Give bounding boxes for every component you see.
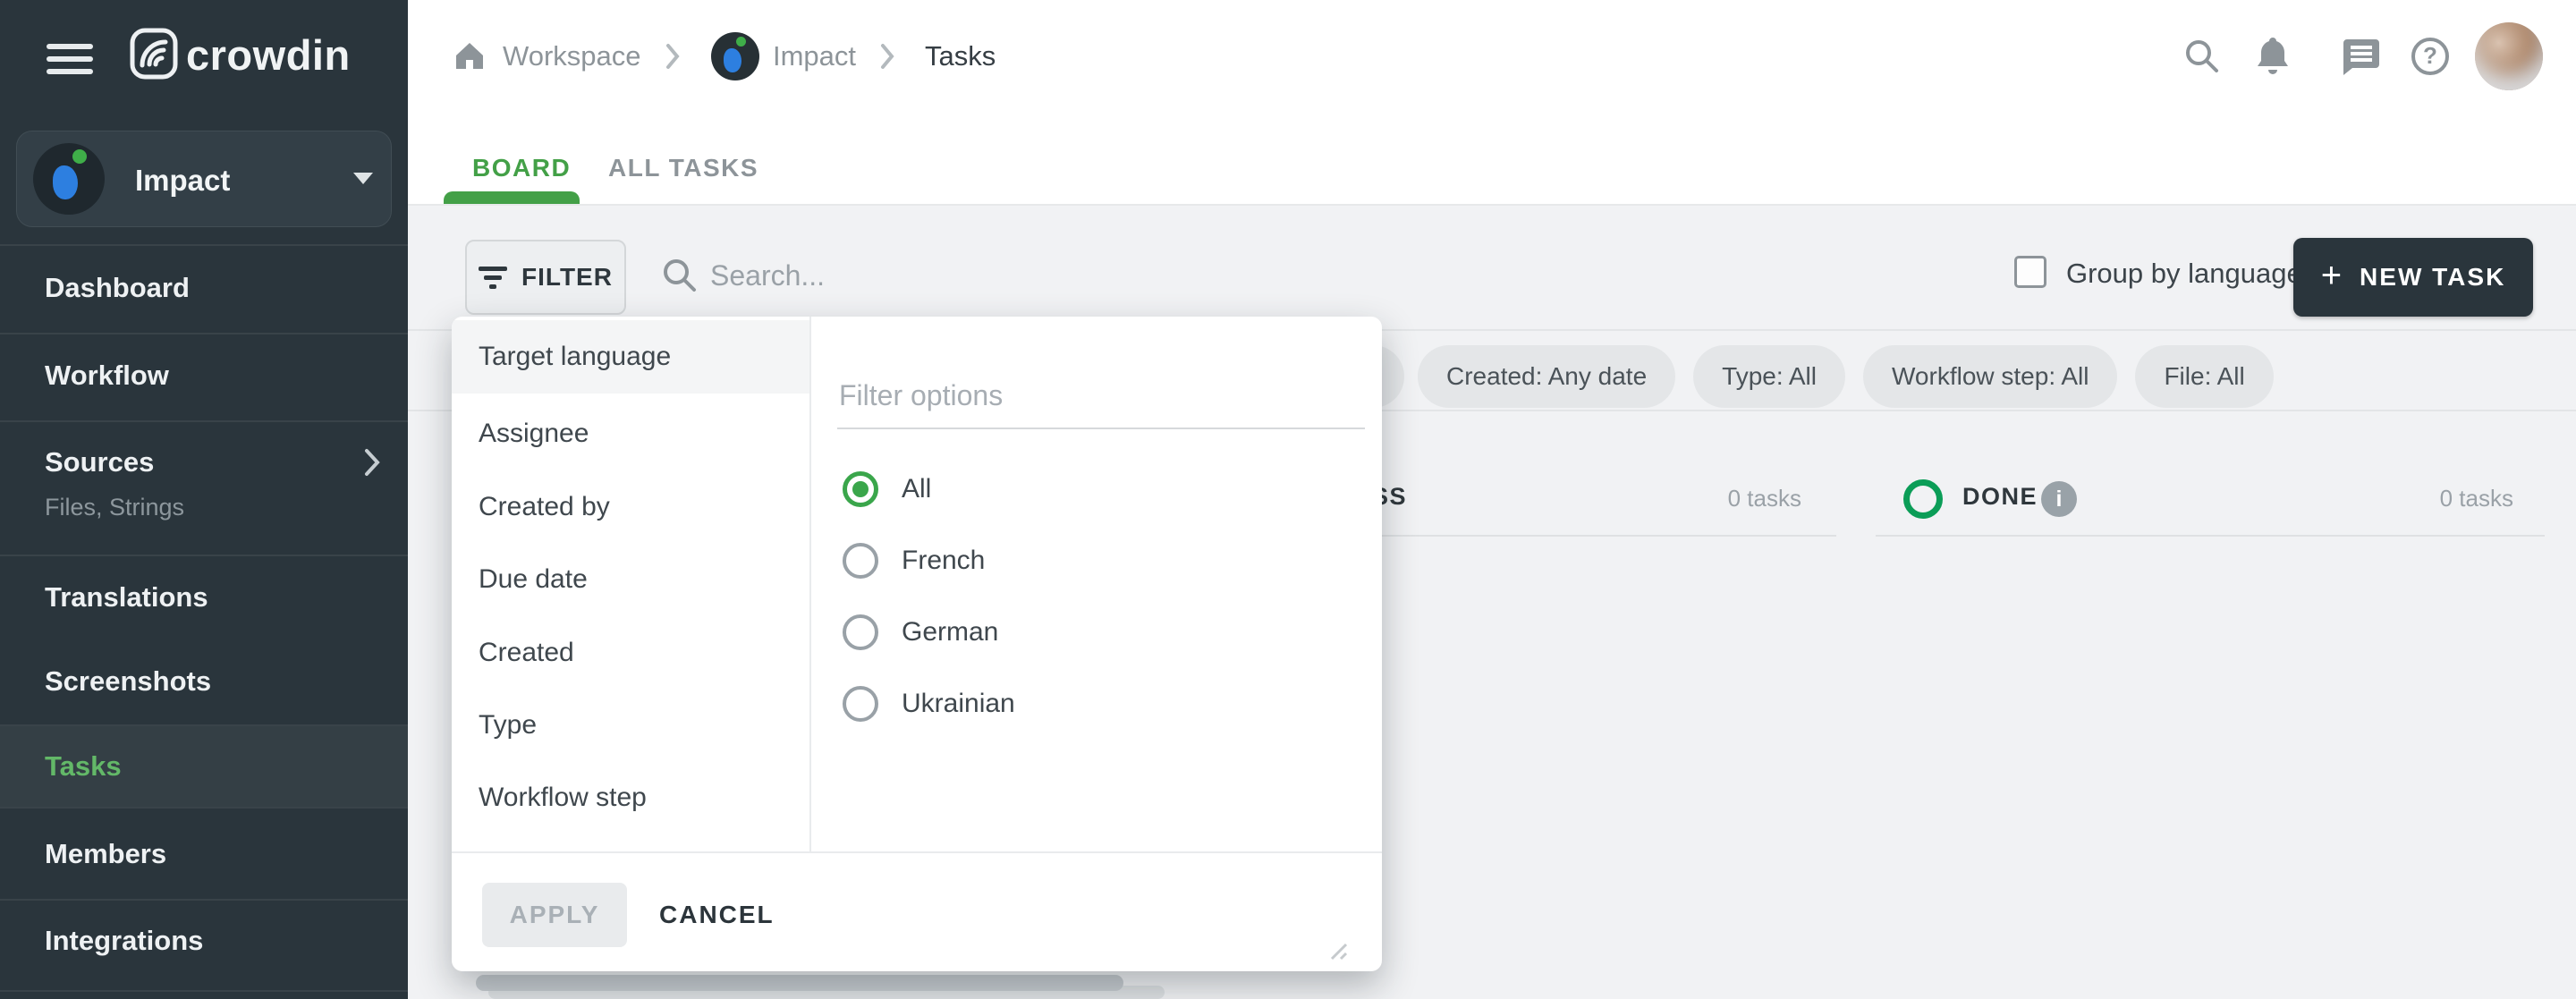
sidebar-item-integrations[interactable]: Integrations <box>45 925 203 957</box>
divider <box>0 990 408 992</box>
resize-handle[interactable] <box>1319 932 1350 967</box>
filter-category-created-by[interactable]: Created by <box>452 470 809 544</box>
breadcrumb-page: Tasks <box>925 40 996 72</box>
filter-category-type[interactable]: Type <box>452 689 809 762</box>
divider <box>0 333 408 334</box>
filter-category-assignee[interactable]: Assignee <box>452 397 809 470</box>
project-switcher[interactable]: Impact <box>16 131 392 227</box>
column-count-done: 0 tasks <box>2440 485 2513 512</box>
column-rule <box>1876 535 2545 537</box>
divider <box>0 555 408 556</box>
cancel-button[interactable]: CANCEL <box>659 883 775 947</box>
filter-chip[interactable]: Type: All <box>1693 345 1845 408</box>
project-avatar <box>33 143 105 215</box>
group-by-language-label: Group by language <box>2066 258 2302 290</box>
filter-chip-row: Created: Any date Type: All Workflow ste… <box>1418 345 2274 408</box>
filter-category-workflow-step[interactable]: Workflow step <box>452 761 809 834</box>
top-bar: Workspace Impact Tasks ? <box>408 0 2576 116</box>
crowdin-logo-icon[interactable] <box>130 28 178 80</box>
sidebar-item-members[interactable]: Members <box>45 838 166 870</box>
search-icon[interactable] <box>2182 37 2222 80</box>
filter-icon <box>479 267 507 289</box>
search-icon <box>660 256 699 300</box>
sidebar-item-sources-sub: Files, Strings <box>45 494 184 521</box>
breadcrumb-project[interactable]: Impact <box>773 40 856 72</box>
sidebar-item-dashboard[interactable]: Dashboard <box>45 272 190 304</box>
sidebar-item-translations[interactable]: Translations <box>45 581 208 614</box>
column-count-in-progress: 0 tasks <box>1728 485 1801 512</box>
project-name: Impact <box>135 164 230 198</box>
column-header-done: DONE <box>1962 483 2038 511</box>
filter-category-due-date[interactable]: Due date <box>452 543 809 616</box>
divider <box>0 244 408 246</box>
sidebar-item-tasks[interactable]: Tasks <box>45 750 122 783</box>
filter-chip[interactable]: File: All <box>2135 345 2273 408</box>
info-icon[interactable]: i <box>2041 481 2077 517</box>
sidebar-item-workflow[interactable]: Workflow <box>45 360 169 392</box>
chevron-right-icon <box>363 447 381 482</box>
divider <box>809 317 811 851</box>
filter-chip[interactable]: Created: Any date <box>1418 345 1675 408</box>
svg-text:?: ? <box>2423 42 2437 69</box>
radio-german[interactable] <box>843 614 878 650</box>
tabs-bar: BOARD ALL TASKS <box>408 116 2576 206</box>
horizontal-scrollbar-thumb[interactable] <box>476 975 1123 991</box>
chevron-right-icon <box>880 43 894 74</box>
active-tab-underline <box>444 191 580 204</box>
done-status-ring-icon <box>1903 479 1943 519</box>
sidebar-item-screenshots[interactable]: Screenshots <box>45 665 211 698</box>
radio-german-label[interactable]: German <box>902 617 998 648</box>
radio-all[interactable] <box>843 471 878 507</box>
crowdin-app-window: crowdin Impact Dashboard Workflow Source… <box>0 0 2576 999</box>
new-task-label: NEW TASK <box>2360 263 2505 292</box>
filter-button-label: FILTER <box>521 263 613 292</box>
divider <box>0 420 408 422</box>
crowdin-logo-text[interactable]: crowdin <box>186 30 351 80</box>
divider <box>452 851 1382 853</box>
notifications-bell-icon[interactable] <box>2252 34 2293 81</box>
group-by-language-checkbox[interactable] <box>2014 256 2046 288</box>
filter-button[interactable]: FILTER <box>465 240 626 315</box>
messages-icon[interactable] <box>2338 36 2381 81</box>
radio-french[interactable] <box>843 543 878 579</box>
sidebar: crowdin Impact Dashboard Workflow Source… <box>0 0 408 999</box>
breadcrumb-workspace[interactable]: Workspace <box>503 40 641 72</box>
new-task-button[interactable]: + NEW TASK <box>2293 238 2533 317</box>
input-underline <box>837 428 1365 429</box>
user-avatar[interactable] <box>2475 22 2543 90</box>
tab-board[interactable]: BOARD <box>472 154 571 182</box>
help-icon[interactable]: ? <box>2410 36 2451 81</box>
tab-all-tasks[interactable]: ALL TASKS <box>608 154 758 182</box>
plus-icon: + <box>2321 258 2342 293</box>
apply-button[interactable]: APPLY <box>482 883 627 947</box>
home-icon[interactable] <box>453 38 487 77</box>
search-input[interactable] <box>708 249 1263 302</box>
radio-ukrainian[interactable] <box>843 686 878 722</box>
radio-french-label[interactable]: French <box>902 546 985 576</box>
divider <box>0 899 408 901</box>
breadcrumb-project-avatar <box>711 32 759 80</box>
divider <box>0 807 408 809</box>
sidebar-item-sources[interactable]: Sources <box>45 446 154 478</box>
radio-ukrainian-label[interactable]: Ukrainian <box>902 689 1015 719</box>
hamburger-menu-icon[interactable] <box>47 44 93 81</box>
chevron-right-icon <box>665 43 680 74</box>
filter-category-created[interactable]: Created <box>452 616 809 690</box>
filter-dropdown: Target language Assignee Created by Due … <box>452 317 1382 971</box>
filter-category-target-language[interactable]: Target language <box>452 320 809 394</box>
filter-chip[interactable]: Workflow step: All <box>1863 345 2117 408</box>
radio-all-label[interactable]: All <box>902 474 931 504</box>
filter-options-input[interactable] <box>837 368 1361 422</box>
chevron-down-icon <box>353 173 373 184</box>
